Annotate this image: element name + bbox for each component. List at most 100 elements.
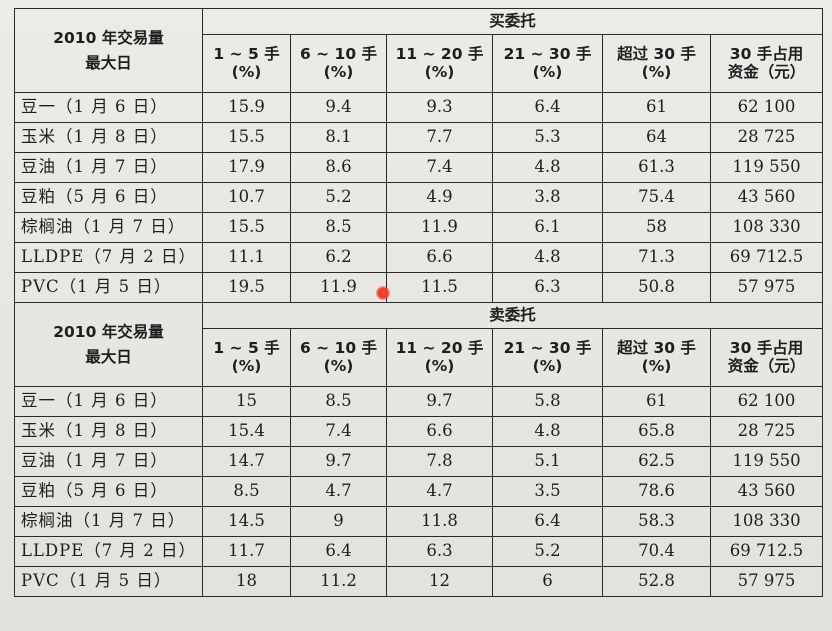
column-header-line2: (%) xyxy=(641,356,672,375)
table-cell: 11.7 xyxy=(202,536,291,567)
table-cell: 78.6 xyxy=(602,476,711,507)
table-cell: 6.4 xyxy=(290,536,387,567)
table-cell: 15 xyxy=(202,386,291,417)
table-cell: 11.9 xyxy=(290,272,387,303)
column-header-line1: 1 ~ 5 手 xyxy=(213,338,280,357)
row-label: 玉米（1 月 8 日） xyxy=(14,122,203,153)
column-header-line1: 21 ~ 30 手 xyxy=(503,44,592,63)
column-header-line2: (%) xyxy=(231,356,262,375)
table-cell: 15.5 xyxy=(202,212,291,243)
table-cell: 14.5 xyxy=(202,506,291,537)
table-body: 2010 年交易量 最大日 买委托 1 ~ 5 手 (%) 6 ~ 10 手 (%) 11 ~… xyxy=(14,8,824,597)
table-cell: 69 712.5 xyxy=(709,242,824,273)
table-cell: 7.8 xyxy=(386,446,493,477)
column-header: 11 ~ 20 手 (%) xyxy=(386,34,493,93)
table-row: 豆粕（5 月 6 日） 8.5 4.7 4.7 3.5 78.6 43 560 xyxy=(14,476,824,507)
table-cell: 15.9 xyxy=(202,92,291,123)
table-cell: 15.4 xyxy=(202,416,291,447)
column-header-line2: (%) xyxy=(323,356,354,375)
table-cell: 9.7 xyxy=(290,446,387,477)
table-cell: 6.6 xyxy=(386,416,493,447)
table-cell: 4.8 xyxy=(492,416,603,447)
column-header-line1: 1 ~ 5 手 xyxy=(213,44,280,63)
table-row: LLDPE（7 月 2 日） 11.1 6.2 6.6 4.8 71.3 69 712.5 xyxy=(14,242,824,273)
table-cell: 5.2 xyxy=(290,182,387,213)
table-cell: 6.3 xyxy=(386,536,493,567)
table-cell: 8.5 xyxy=(202,476,291,507)
table-cell: 28 725 xyxy=(709,122,824,153)
table-row: 棕榈油（1 月 7 日） 15.5 8.5 11.9 6.1 58 108 330 xyxy=(14,212,824,243)
column-header: 6 ~ 10 手 (%) xyxy=(290,34,387,93)
table-row: 玉米（1 月 8 日） 15.5 8.1 7.7 5.3 64 28 725 xyxy=(14,122,824,153)
row-label: 豆油（1 月 7 日） xyxy=(14,446,203,477)
laser-pointer-dot xyxy=(376,286,390,300)
column-header: 1 ~ 5 手 (%) xyxy=(202,34,291,93)
table-cell: 6.3 xyxy=(492,272,603,303)
column-header: 30 手占用 资金（元） xyxy=(709,328,824,387)
table-cell: 62 100 xyxy=(709,92,824,123)
buy-corner-label: 2010 年交易量 最大日 xyxy=(14,8,203,93)
table-cell: 4.7 xyxy=(386,476,493,507)
column-header: 21 ~ 30 手 (%) xyxy=(492,328,603,387)
table-cell: 43 560 xyxy=(709,182,824,213)
column-header-line2: 资金（元） xyxy=(727,62,806,81)
table-cell: 18 xyxy=(202,566,291,597)
table-cell: 5.2 xyxy=(492,536,603,567)
table-cell: 6.2 xyxy=(290,242,387,273)
table-cell: 5.3 xyxy=(492,122,603,153)
column-header-line1: 超过 30 手 xyxy=(617,338,696,357)
table-row: 豆油（1 月 7 日） 14.7 9.7 7.8 5.1 62.5 119 550 xyxy=(14,446,824,477)
row-label: 棕榈油（1 月 7 日） xyxy=(14,506,203,537)
column-header-line1: 6 ~ 10 手 xyxy=(299,44,378,63)
table-cell: 7.7 xyxy=(386,122,493,153)
corner-label-line1: 2010 年交易量 xyxy=(53,322,164,341)
table-cell: 69 712.5 xyxy=(709,536,824,567)
column-header-line1: 11 ~ 20 手 xyxy=(395,338,484,357)
table-cell: 50.8 xyxy=(602,272,711,303)
table-cell: 43 560 xyxy=(709,476,824,507)
table-cell: 15.5 xyxy=(202,122,291,153)
column-header-line2: (%) xyxy=(532,356,563,375)
corner-label-line1: 2010 年交易量 xyxy=(53,28,164,47)
table-cell: 64 xyxy=(602,122,711,153)
table-cell: 9.7 xyxy=(386,386,493,417)
table-cell: 6.4 xyxy=(492,92,603,123)
table-cell: 8.5 xyxy=(290,212,387,243)
table-cell: 75.4 xyxy=(602,182,711,213)
table-cell: 62.5 xyxy=(602,446,711,477)
table-cell: 14.7 xyxy=(202,446,291,477)
buy-group-header-row: 2010 年交易量 最大日 买委托 xyxy=(14,8,824,93)
table-row: 棕榈油（1 月 7 日） 14.5 9 11.8 6.4 58.3 108 330 xyxy=(14,506,824,537)
table-cell: 28 725 xyxy=(709,416,824,447)
column-header-line2: (%) xyxy=(641,62,672,81)
table-cell: 3.5 xyxy=(492,476,603,507)
table-row: 豆一（1 月 6 日） 15 8.5 9.7 5.8 61 62 100 xyxy=(14,386,824,417)
column-header: 超过 30 手 (%) xyxy=(602,34,711,93)
column-header-line1: 30 手占用 xyxy=(729,44,804,63)
column-header-line1: 21 ~ 30 手 xyxy=(503,338,592,357)
table-cell: 108 330 xyxy=(709,506,824,537)
table-cell: 8.5 xyxy=(290,386,387,417)
table-cell: 3.8 xyxy=(492,182,603,213)
table-cell: 71.3 xyxy=(602,242,711,273)
column-header-line1: 超过 30 手 xyxy=(617,44,696,63)
table-cell: 19.5 xyxy=(202,272,291,303)
document-page: 2010 年交易量 最大日 买委托 1 ~ 5 手 (%) 6 ~ 10 手 (%) 11 ~… xyxy=(0,0,832,631)
table-cell: 4.9 xyxy=(386,182,493,213)
table-cell: 11.8 xyxy=(386,506,493,537)
column-header-line1: 11 ~ 20 手 xyxy=(395,44,484,63)
table-row: LLDPE（7 月 2 日） 11.7 6.4 6.3 5.2 70.4 69 712.5 xyxy=(14,536,824,567)
table-cell: 57 975 xyxy=(709,566,824,597)
column-header-line2: (%) xyxy=(323,62,354,81)
table-cell: 9.4 xyxy=(290,92,387,123)
table-cell: 58 xyxy=(602,212,711,243)
column-header-line2: (%) xyxy=(231,62,262,81)
table-cell: 6.1 xyxy=(492,212,603,243)
column-header-line2: (%) xyxy=(532,62,563,81)
row-label: 豆一（1 月 6 日） xyxy=(14,92,203,123)
column-header: 超过 30 手 (%) xyxy=(602,328,711,387)
table-cell: 7.4 xyxy=(386,152,493,183)
table-cell: 6.4 xyxy=(492,506,603,537)
table-cell: 65.8 xyxy=(602,416,711,447)
corner-label-line2: 最大日 xyxy=(85,347,132,366)
